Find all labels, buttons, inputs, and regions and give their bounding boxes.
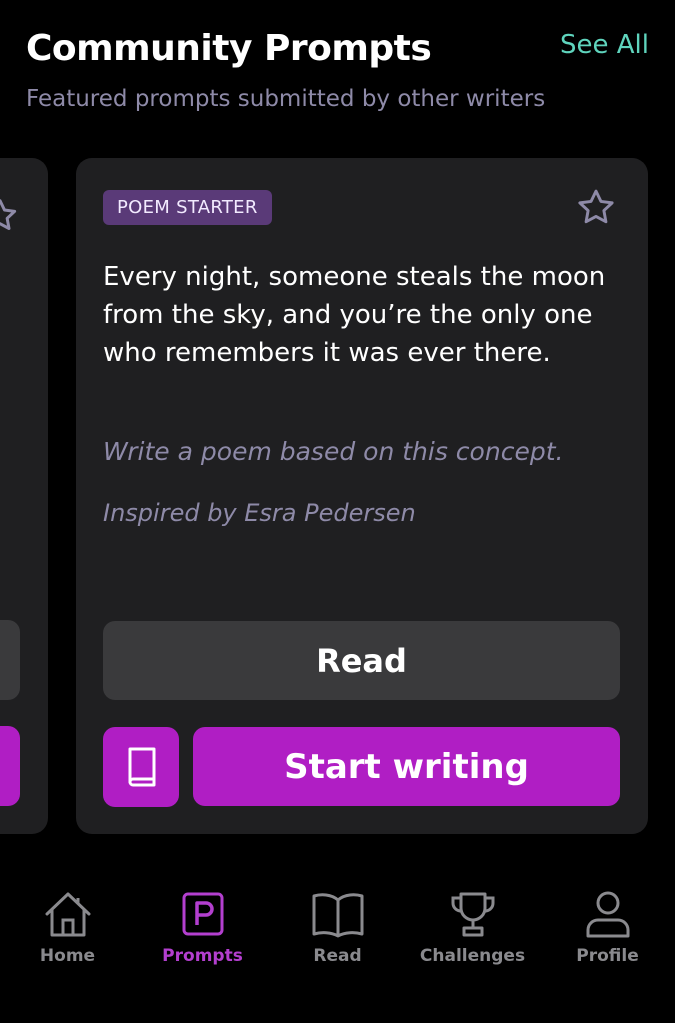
home-icon	[45, 892, 90, 937]
see-all-link[interactable]: See All	[560, 30, 649, 60]
tab-challenges[interactable]: Challenges	[405, 888, 540, 966]
tab-label: Prompts	[162, 946, 243, 966]
prompts-screen: Community Prompts See All Featured promp…	[0, 0, 675, 1023]
prompt-text: Every night, someone steals the moon fro…	[103, 262, 606, 368]
book-open-icon	[312, 893, 363, 938]
tab-label: Challenges	[419, 946, 526, 966]
prompt-card: POEM STARTER Every night, someone steals…	[76, 158, 648, 834]
prompt-instruction: Write a poem based on this concept.	[103, 437, 564, 466]
prompt-attribution: Inspired by Esra Pedersen	[103, 499, 416, 527]
previous-read-button[interactable]	[0, 620, 20, 700]
tab-read[interactable]: Read	[270, 888, 405, 966]
previous-prompt-card[interactable]	[0, 158, 48, 834]
tab-label: Read	[313, 946, 362, 966]
tab-label: Profile	[576, 946, 639, 966]
page-title: Community Prompts	[26, 28, 432, 69]
previous-start-writing-button[interactable]	[0, 726, 20, 806]
star-icon[interactable]	[574, 186, 618, 230]
tab-home[interactable]: Home	[0, 888, 135, 966]
start-writing-button[interactable]: Start writing	[193, 727, 620, 806]
trophy-icon	[450, 892, 495, 937]
prompts-icon	[182, 892, 223, 936]
person-icon	[586, 891, 629, 938]
tab-label: Home	[39, 946, 96, 966]
book-icon	[128, 747, 156, 787]
page-subtitle: Featured prompts submitted by other writ…	[26, 86, 546, 112]
category-badge: POEM STARTER	[103, 190, 272, 225]
tab-profile[interactable]: Profile	[540, 888, 675, 966]
book-button[interactable]	[103, 727, 179, 807]
tab-bar: Home Prompts Read Challenges Profile	[0, 880, 675, 1023]
star-icon[interactable]	[0, 196, 20, 236]
read-button[interactable]: Read	[103, 621, 620, 700]
tab-prompts[interactable]: Prompts	[135, 888, 270, 966]
